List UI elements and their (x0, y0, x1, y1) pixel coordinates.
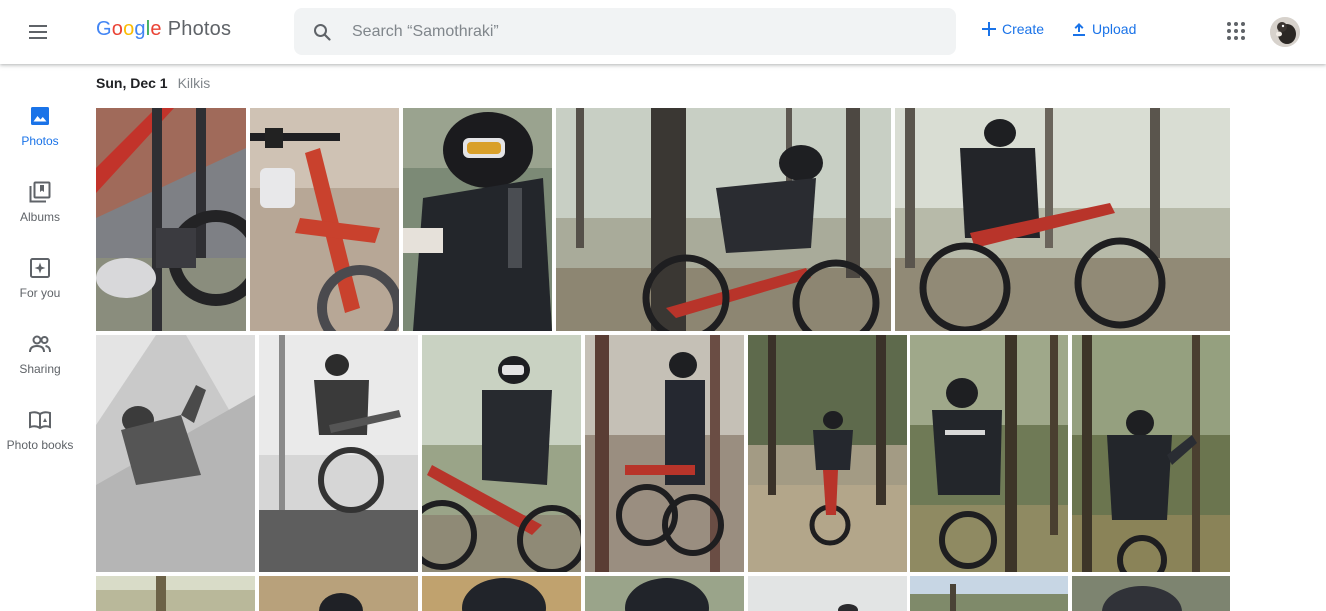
photo-thumbnail[interactable] (585, 335, 744, 572)
logo-letter: g (134, 18, 146, 40)
date-group-header: Sun, Dec 1 Kilkis (96, 75, 210, 91)
search-input[interactable] (350, 21, 914, 42)
search-icon[interactable] (310, 20, 334, 44)
photo-thumbnail[interactable] (403, 108, 552, 331)
menu-icon (29, 25, 47, 39)
logo-letter: o (123, 18, 135, 40)
photo-thumbnail[interactable] (585, 576, 744, 611)
sharing-icon (28, 332, 52, 356)
apps-grid-icon (1227, 22, 1245, 40)
logo-product-name: Photos (167, 18, 232, 40)
photo-thumbnail[interactable] (96, 108, 246, 331)
logo-letter: e (150, 18, 162, 40)
for-you-icon (28, 256, 52, 280)
nav-item-label: For you (19, 286, 61, 300)
upload-label: Upload (1092, 21, 1137, 37)
photo-thumbnail[interactable] (895, 108, 1230, 331)
photo-thumbnail[interactable] (250, 108, 399, 331)
top-app-bar: Google Photos Create Upload (0, 0, 1326, 64)
photo-thumbnail[interactable] (96, 335, 255, 572)
nav-item-photo-books[interactable]: Photo books (0, 400, 80, 476)
nav-item-albums[interactable]: Albums (0, 172, 80, 248)
photo-thumbnail[interactable] (1072, 335, 1230, 572)
main-menu-button[interactable] (22, 16, 54, 48)
photo-thumbnail[interactable] (422, 576, 581, 611)
search-bar[interactable] (294, 8, 956, 55)
albums-icon (28, 180, 52, 204)
photo-thumbnail[interactable] (1072, 576, 1230, 611)
google-apps-button[interactable] (1224, 19, 1248, 43)
photo-icon (28, 104, 52, 128)
nav-item-label: Sharing (19, 362, 61, 376)
nav-item-for-you[interactable]: For you (0, 248, 80, 324)
photo-book-icon (28, 408, 52, 432)
avatar-image (1270, 17, 1300, 47)
nav-item-label: Albums (19, 210, 60, 224)
photo-thumbnail[interactable] (910, 576, 1068, 611)
nav-item-sharing[interactable]: Sharing (0, 324, 80, 400)
logo-letter: G (96, 18, 112, 40)
upload-icon (1073, 23, 1085, 36)
photo-thumbnail[interactable] (422, 335, 581, 572)
date-label: Sun, Dec 1 (96, 75, 168, 91)
upload-button[interactable]: Upload (1072, 21, 1136, 37)
photo-thumbnail[interactable] (259, 335, 418, 572)
create-label: Create (1002, 21, 1045, 37)
photo-thumbnail[interactable] (96, 576, 255, 611)
photo-thumbnail[interactable] (748, 335, 907, 572)
photo-thumbnail[interactable] (259, 576, 418, 611)
google-photos-logo[interactable]: Google Photos (96, 18, 231, 41)
nav-item-photos[interactable]: Photos (0, 96, 80, 172)
nav-item-label: Photos (21, 134, 59, 148)
navigation-rail: Photos Albums For you Sharing Photo book… (0, 96, 80, 476)
create-button[interactable]: Create (982, 21, 1044, 37)
logo-letter: o (111, 18, 124, 40)
nav-item-label: Photo books (6, 438, 74, 452)
location-label[interactable]: Kilkis (178, 75, 211, 91)
plus-icon (982, 22, 996, 36)
account-avatar[interactable] (1270, 17, 1300, 47)
photo-thumbnail[interactable] (910, 335, 1068, 572)
photo-thumbnail[interactable] (748, 576, 907, 611)
photo-thumbnail[interactable] (556, 108, 891, 331)
